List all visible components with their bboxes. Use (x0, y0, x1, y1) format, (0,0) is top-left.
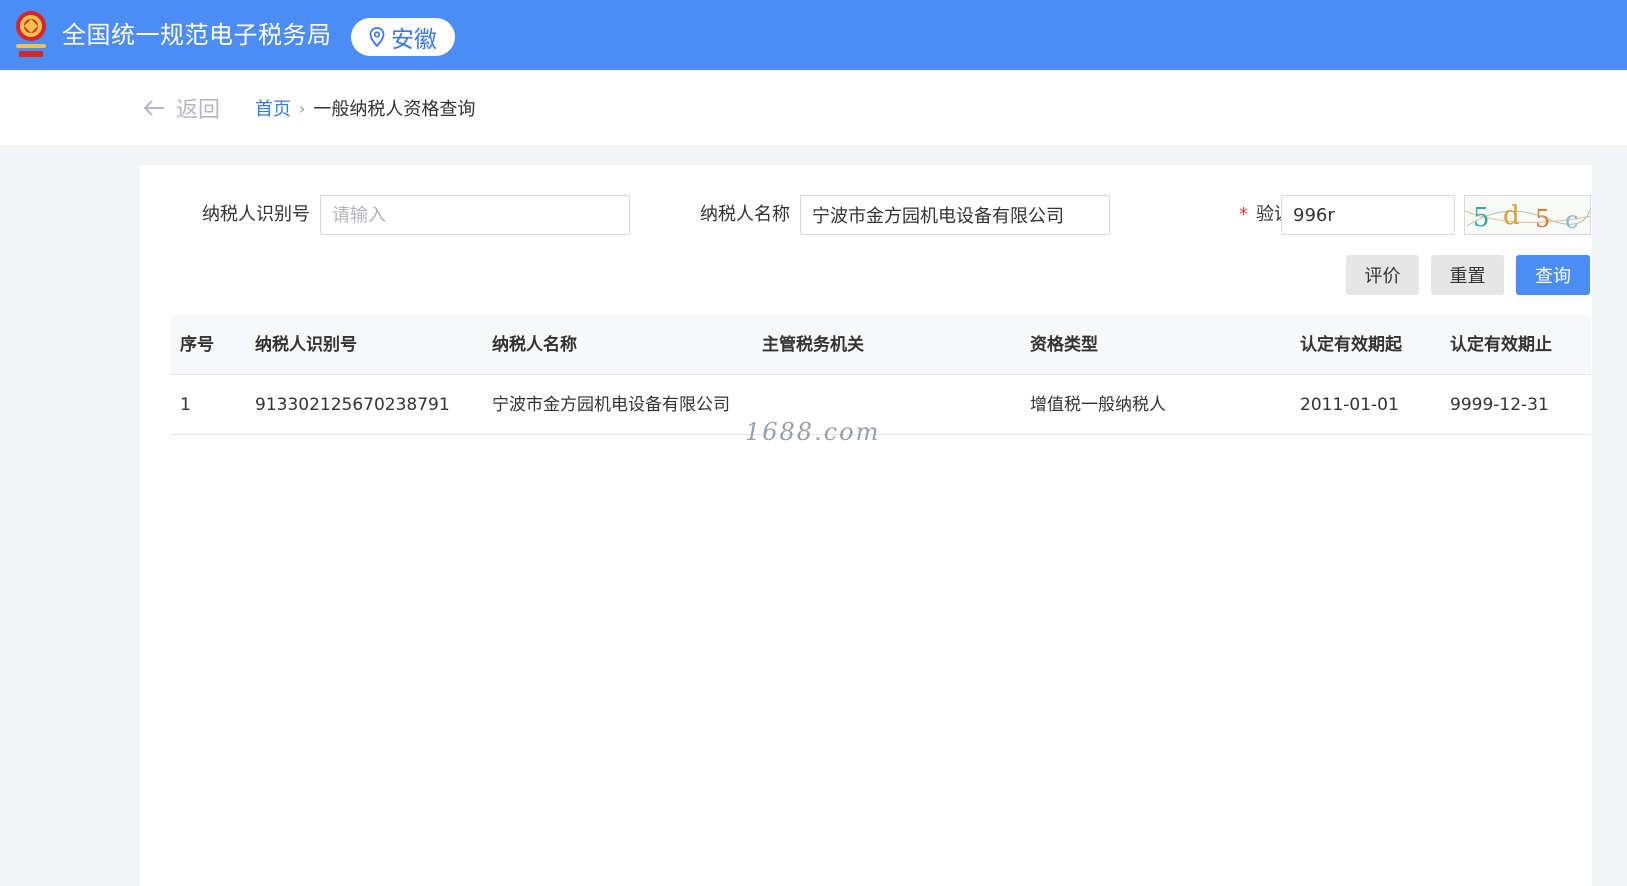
top-header: 全国统一规范电子税务局 安徽 (0, 0, 1627, 70)
col-header-taxpayer-name: 纳税人名称 (492, 335, 577, 355)
taxpayer-name-label: 纳税人名称 (700, 204, 790, 225)
query-button[interactable]: 查询 (1516, 255, 1590, 295)
app-title: 全国统一规范电子税务局 (62, 21, 332, 49)
taxpayer-id-label: 纳税人识别号 (202, 204, 310, 225)
captcha-char: d (1503, 201, 1520, 231)
cell-taxpayer-id: 913302125670238791 (255, 395, 450, 415)
col-header-valid-to: 认定有效期止 (1450, 335, 1552, 355)
col-header-taxpayer-id: 纳税人识别号 (255, 335, 357, 355)
table-row: 1 913302125670238791 宁波市金方园机电设备有限公司 增值税一… (170, 375, 1591, 435)
cell-valid-from: 2011-01-01 (1300, 395, 1399, 415)
region-selector[interactable]: 安徽 (351, 18, 455, 56)
query-panel: 纳税人识别号 纳税人名称 *验证码 5 d 5 c 评价 重置 查询 序号 纳税… (140, 165, 1592, 886)
col-header-qualification-type: 资格类型 (1030, 335, 1098, 355)
cell-index: 1 (180, 395, 191, 415)
cell-valid-to: 9999-12-31 (1450, 395, 1549, 415)
taxpayer-id-input[interactable] (320, 195, 630, 235)
back-button[interactable]: 返回 (142, 92, 220, 124)
watermark: 1688.com (745, 418, 881, 446)
captcha-input[interactable] (1281, 195, 1455, 235)
captcha-image-graphic: 5 d 5 c (1465, 201, 1590, 234)
breadcrumb-home[interactable]: 首页 (255, 95, 291, 121)
breadcrumb-separator: › (299, 98, 306, 118)
col-header-index: 序号 (180, 335, 214, 355)
required-mark: * (1239, 204, 1248, 225)
captcha-char: 5 (1473, 203, 1490, 233)
captcha-char: c (1565, 206, 1578, 234)
tax-emblem-icon (10, 6, 52, 62)
back-label: 返回 (176, 98, 221, 123)
breadcrumb: 首页 › 一般纳税人资格查询 (255, 94, 475, 122)
table-header: 序号 纳税人识别号 纳税人名称 主管税务机关 资格类型 认定有效期起 认定有效期… (170, 315, 1591, 375)
cell-qualification-type: 增值税一般纳税人 (1030, 395, 1166, 415)
region-label: 安徽 (391, 27, 437, 53)
col-header-tax-authority: 主管税务机关 (762, 335, 864, 355)
col-header-valid-from: 认定有效期起 (1300, 335, 1402, 355)
location-pin-icon (369, 27, 385, 47)
reset-button[interactable]: 重置 (1431, 255, 1504, 295)
captcha-char: 5 (1535, 205, 1550, 233)
taxpayer-name-input[interactable] (800, 195, 1110, 235)
nav-bar: 返回 首页 › 一般纳税人资格查询 (0, 70, 1627, 145)
arrow-left-icon (143, 100, 164, 116)
breadcrumb-current: 一般纳税人资格查询 (313, 99, 476, 120)
evaluate-button[interactable]: 评价 (1346, 255, 1419, 295)
cell-taxpayer-name: 宁波市金方园机电设备有限公司 (492, 395, 730, 415)
captcha-image[interactable]: 5 d 5 c (1464, 195, 1591, 235)
